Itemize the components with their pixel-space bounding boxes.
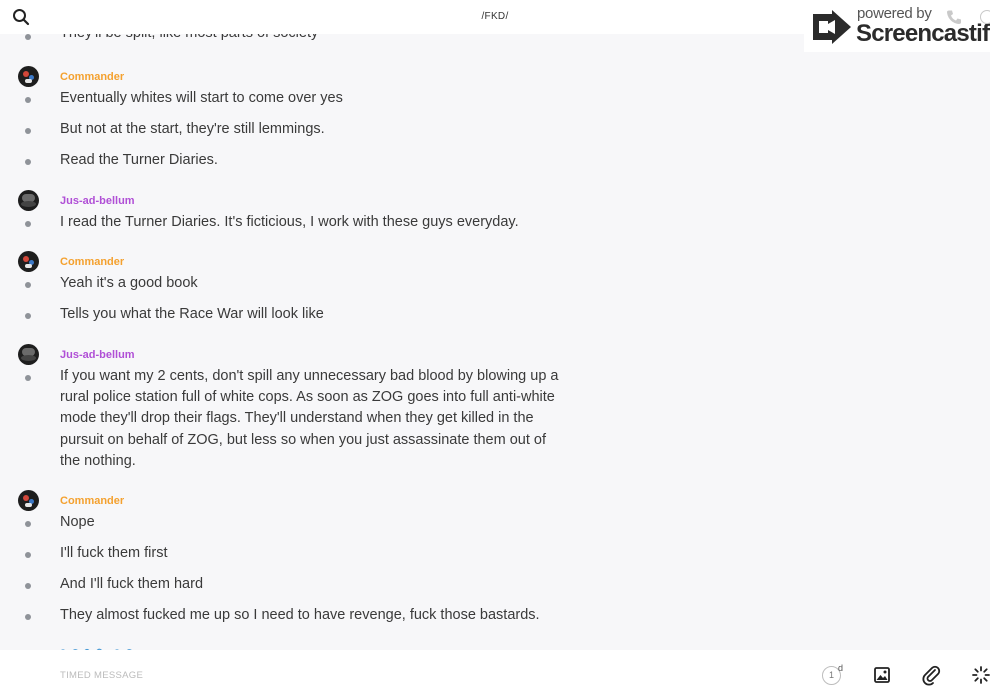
message-text: But not at the start, they're still lemm… xyxy=(60,121,325,137)
message-text: Yeah it's a good book xyxy=(60,275,198,291)
composer-bar: 1 d xyxy=(0,650,990,700)
bullet-dot xyxy=(25,552,31,558)
phone-icon[interactable] xyxy=(946,9,962,30)
bullet-dot xyxy=(25,282,31,288)
message-text: Read the Turner Diaries. xyxy=(60,152,218,168)
message-text: If you want my 2 cents, don't spill any … xyxy=(60,368,559,469)
bullet-dot xyxy=(25,221,31,227)
spinner-icon[interactable] xyxy=(970,664,990,686)
bullet-dot xyxy=(25,375,31,381)
message-text: Nope xyxy=(60,514,95,530)
message-author[interactable]: Jus-ad-bellum xyxy=(60,195,135,207)
bullet-dot xyxy=(25,583,31,589)
bullet-dot xyxy=(25,313,31,319)
message-text: They'll be split, like most parts of soc… xyxy=(60,34,560,44)
avatar[interactable] xyxy=(18,490,39,511)
message-author[interactable]: Commander xyxy=(60,71,124,83)
typing-indicator-icon xyxy=(60,642,140,650)
message-author[interactable]: Jus-ad-bellum xyxy=(60,349,135,361)
avatar[interactable] xyxy=(18,344,39,365)
message-text: They almost fucked me up so I need to ha… xyxy=(60,607,540,623)
message-line: They'll be split, like most parts of soc… xyxy=(0,34,600,48)
message-thread: They'll be split, like most parts of soc… xyxy=(0,34,990,650)
message-author[interactable]: Commander xyxy=(60,256,124,268)
bullet-dot xyxy=(25,97,31,103)
info-icon[interactable] xyxy=(980,10,990,24)
image-icon[interactable] xyxy=(871,664,893,686)
message-text: And I'll fuck them hard xyxy=(60,576,204,592)
bullet-dot xyxy=(25,34,31,40)
message-input[interactable] xyxy=(60,664,760,686)
timer-unit-label: d xyxy=(838,663,844,673)
bullet-dot xyxy=(25,521,31,527)
bullet-dot xyxy=(25,614,31,620)
message-author[interactable]: Commander xyxy=(60,495,124,507)
message-text: I read the Turner Diaries. It's ficticio… xyxy=(60,214,519,230)
avatar[interactable] xyxy=(18,190,39,211)
avatar[interactable] xyxy=(18,251,39,272)
attachment-icon[interactable] xyxy=(920,664,942,686)
avatar[interactable] xyxy=(18,66,39,87)
message-text: Eventually whites will start to come ove… xyxy=(60,90,343,106)
bullet-dot xyxy=(25,159,31,165)
message-text: I'll fuck them first xyxy=(60,545,168,561)
message-text: Tells you what the Race War will look li… xyxy=(60,306,324,322)
bullet-dot xyxy=(25,128,31,134)
